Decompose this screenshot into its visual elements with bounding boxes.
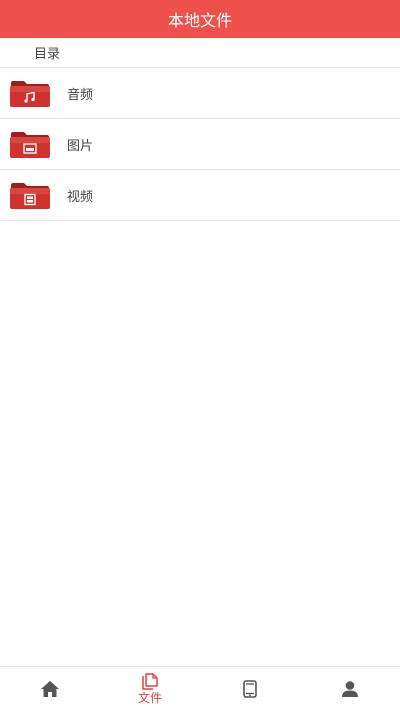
list-item-audio[interactable]: 音频 (0, 68, 400, 119)
bottom-tab-bar: 文件 (0, 666, 400, 711)
title-bar: 本地文件 (0, 0, 400, 38)
list-item-label: 音频 (67, 87, 94, 103)
page-title: 本地文件 (167, 11, 232, 30)
user-icon (342, 681, 358, 697)
files-icon (142, 673, 158, 690)
device-icon (243, 680, 257, 698)
tab-files[interactable]: 文件 (100, 667, 200, 711)
tab-home[interactable] (0, 667, 100, 711)
list-item-videos[interactable]: 视频 (0, 170, 400, 221)
folder-list: 音频 图片 视频 (0, 68, 400, 221)
tab-files-label: 文件 (137, 691, 162, 705)
app-window: 本地文件 目录 音频 图片 视频 文件 (0, 0, 400, 711)
list-item-images[interactable]: 图片 (0, 119, 400, 170)
music-folder-icon (10, 81, 50, 107)
tab-device[interactable] (200, 667, 300, 711)
list-item-label: 图片 (67, 138, 94, 154)
image-folder-icon (10, 132, 50, 158)
list-item-label: 视频 (67, 189, 94, 205)
tab-profile[interactable] (300, 667, 400, 711)
breadcrumb-label[interactable]: 目录 (34, 43, 60, 62)
video-folder-icon (10, 183, 50, 209)
home-icon (41, 681, 59, 697)
breadcrumb: 目录 (0, 38, 400, 68)
